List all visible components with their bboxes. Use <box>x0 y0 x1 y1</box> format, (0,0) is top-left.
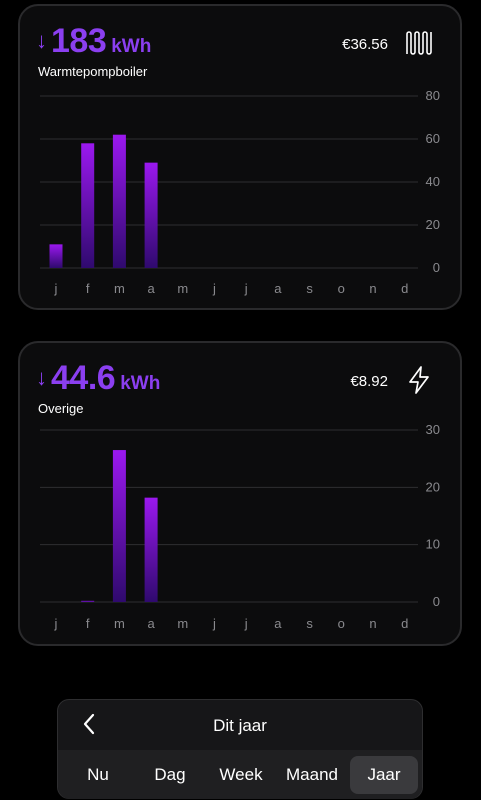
period-header: Dit jaar <box>58 700 422 750</box>
tab-maand[interactable]: Maand <box>276 756 348 794</box>
bar-f[interactable] <box>81 600 95 602</box>
tab-dag[interactable]: Dag <box>134 756 206 794</box>
x-tick-label: j <box>54 616 58 631</box>
x-tick-label: j <box>212 281 216 296</box>
usage-bar-chart: 0 20 40 60 80 j f m a m j j a s o n d <box>40 88 440 296</box>
y-tick-label: 60 <box>426 131 440 146</box>
x-tick-label: m <box>114 616 125 631</box>
tab-week[interactable]: Week <box>206 756 276 794</box>
energy-card-overige[interactable]: ↓ 44.6 kWh Overige €8.92 0 10 20 30 j f m a m j j a… <box>18 341 462 646</box>
y-tick-label: 30 <box>426 422 440 437</box>
usage-bar-chart: 0 10 20 30 j f m a m j j a s o n d <box>40 422 440 631</box>
x-tick-label: j <box>244 281 248 296</box>
x-tick-label: n <box>369 616 376 631</box>
tab-jaar[interactable]: Jaar <box>350 756 418 794</box>
energy-card-warmtepompboiler[interactable]: ↓ 183 kWh Warmtepompboiler €36.56 0 20 40 6… <box>18 4 462 310</box>
x-tick-label: f <box>86 616 90 631</box>
bar-m[interactable] <box>112 134 126 268</box>
x-tick-label: j <box>212 616 216 631</box>
x-tick-label: d <box>401 281 408 296</box>
y-tick-label: 10 <box>426 537 440 552</box>
x-tick-label: n <box>369 281 376 296</box>
y-tick-label: 20 <box>426 479 440 494</box>
tab-nu[interactable]: Nu <box>62 756 134 794</box>
x-tick-label: j <box>244 616 248 631</box>
x-tick-label: a <box>274 616 282 631</box>
x-tick-label: a <box>147 281 155 296</box>
y-tick-label: 20 <box>426 217 440 232</box>
bar-a[interactable] <box>144 497 158 602</box>
period-tabs: Nu Dag Week Maand Jaar <box>58 750 422 799</box>
x-tick-label: f <box>86 281 90 296</box>
x-tick-label: o <box>338 281 345 296</box>
period-selector: Dit jaar Nu Dag Week Maand Jaar <box>57 699 423 799</box>
y-tick-label: 0 <box>433 260 440 275</box>
x-tick-label: m <box>177 281 188 296</box>
x-tick-label: s <box>306 281 313 296</box>
x-tick-label: m <box>177 616 188 631</box>
bar-a[interactable] <box>144 162 158 268</box>
x-tick-label: o <box>338 616 345 631</box>
x-tick-label: m <box>114 281 125 296</box>
y-tick-label: 0 <box>433 594 440 609</box>
x-tick-label: d <box>401 616 408 631</box>
period-label: Dit jaar <box>213 716 267 735</box>
x-tick-label: s <box>306 616 313 631</box>
bar-j[interactable] <box>49 244 63 268</box>
y-tick-label: 80 <box>426 88 440 103</box>
bar-m[interactable] <box>112 450 126 602</box>
x-tick-label: a <box>274 281 282 296</box>
x-tick-label: a <box>147 616 155 631</box>
bar-f[interactable] <box>81 143 95 268</box>
y-tick-label: 40 <box>426 174 440 189</box>
x-tick-label: j <box>54 281 58 296</box>
